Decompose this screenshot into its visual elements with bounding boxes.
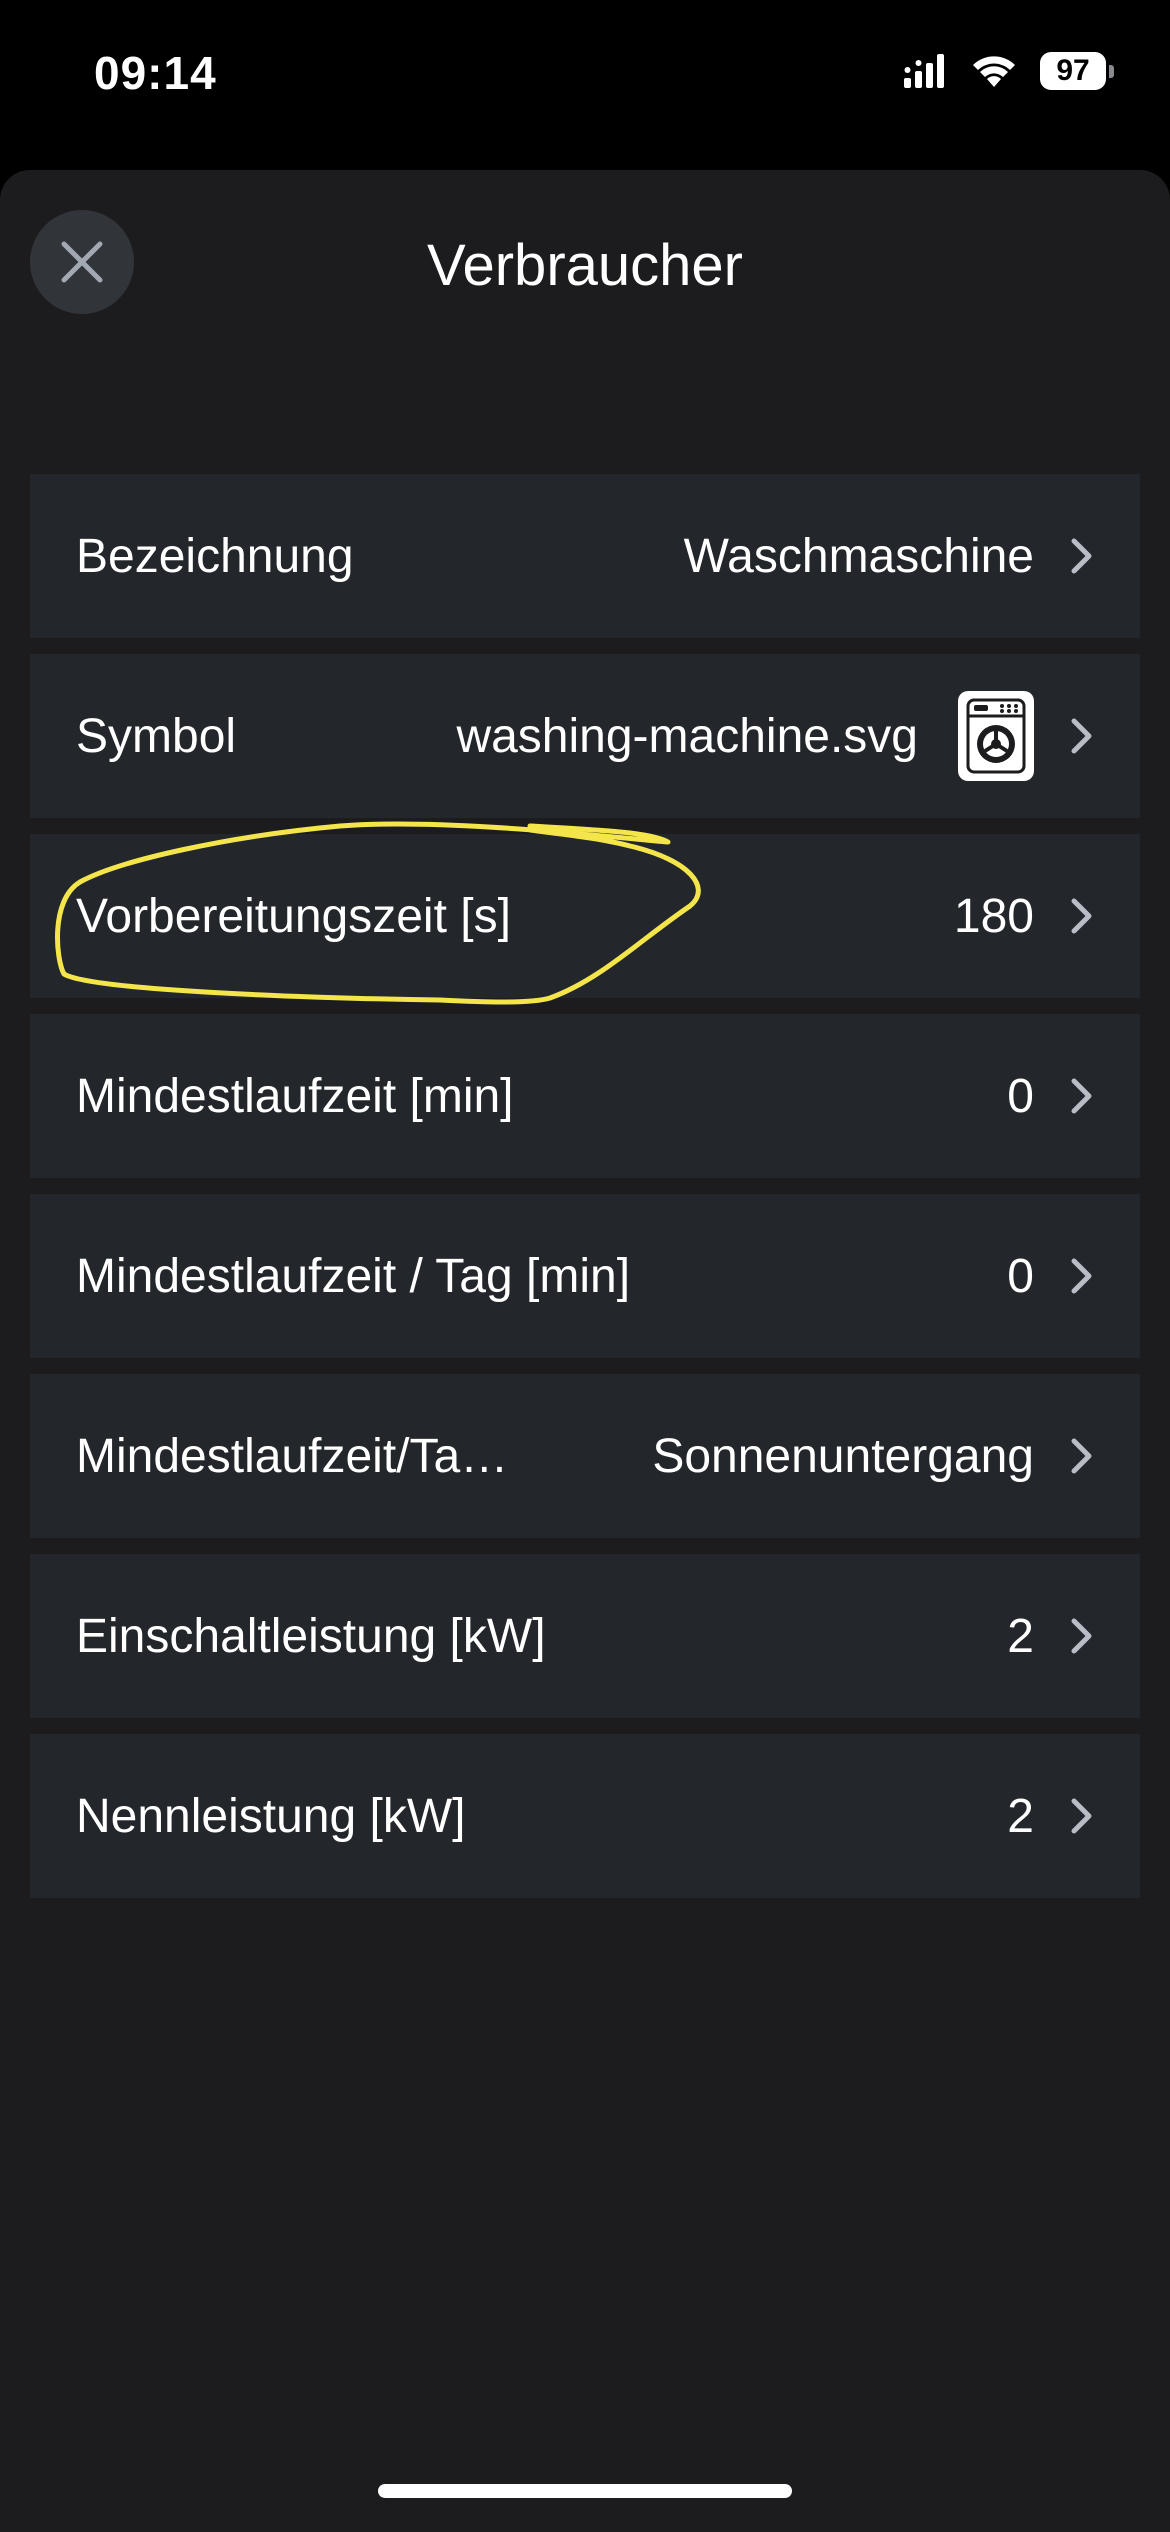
row-label: Nennleistung [kW] xyxy=(76,1789,466,1843)
row-value: Waschmaschine xyxy=(683,529,1034,583)
chevron-right-icon xyxy=(1071,1618,1092,1654)
row-value: 2 xyxy=(1007,1789,1034,1843)
chevron-right-icon xyxy=(1071,1258,1092,1294)
row-label: Mindestlaufzeit / Tag [min] xyxy=(76,1249,631,1303)
row-rated-power[interactable]: Nennleistung [kW] 2 xyxy=(30,1734,1140,1898)
row-minimum-runtime[interactable]: Mindestlaufzeit [min] 0 xyxy=(30,1014,1140,1178)
battery-indicator: 97 xyxy=(1040,52,1114,90)
cellular-signal-icon xyxy=(904,54,944,88)
consumer-sheet: Verbraucher Bezeichnung Waschmaschine Sy… xyxy=(0,170,1170,2532)
row-switch-on-power[interactable]: Einschaltleistung [kW] 2 xyxy=(30,1554,1140,1718)
row-value: washing-machine.svg xyxy=(456,709,918,763)
row-symbol[interactable]: Symbol washing-machine.svg xyxy=(30,654,1140,818)
row-minimum-runtime-per-day[interactable]: Mindestlaufzeit / Tag [min] 0 xyxy=(30,1194,1140,1358)
battery-level: 97 xyxy=(1040,52,1106,90)
row-value: 0 xyxy=(1007,1249,1034,1303)
row-label: Mindestlaufzeit [min] xyxy=(76,1069,514,1123)
home-indicator[interactable] xyxy=(378,2484,792,2498)
chevron-right-icon xyxy=(1071,1438,1092,1474)
row-value: 0 xyxy=(1007,1069,1034,1123)
row-name[interactable]: Bezeichnung Waschmaschine xyxy=(30,474,1140,638)
battery-cap xyxy=(1109,64,1114,78)
row-minimum-runtime-deadline[interactable]: Mindestlaufzeit/Ta… Sonnenuntergang xyxy=(30,1374,1140,1538)
washing-machine-icon xyxy=(958,691,1034,781)
status-icons: 97 xyxy=(904,52,1114,90)
row-label: Einschaltleistung [kW] xyxy=(76,1609,546,1663)
status-time: 09:14 xyxy=(94,47,217,99)
row-preparation-time[interactable]: Vorbereitungszeit [s] 180 xyxy=(30,834,1140,998)
chevron-right-icon xyxy=(1071,1078,1092,1114)
row-label: Vorbereitungszeit [s] xyxy=(76,889,511,943)
chevron-right-icon xyxy=(1071,718,1092,754)
sheet-title: Verbraucher xyxy=(427,233,743,298)
chevron-right-icon xyxy=(1071,538,1092,574)
status-bar: 09:14 97 xyxy=(0,0,1170,150)
chevron-right-icon xyxy=(1071,1798,1092,1834)
row-value: Sonnenuntergang xyxy=(652,1429,1034,1483)
chevron-right-icon xyxy=(1071,898,1092,934)
row-value: 2 xyxy=(1007,1609,1034,1663)
row-value: 180 xyxy=(953,889,1034,943)
row-label: Bezeichnung xyxy=(76,529,354,583)
settings-list: Bezeichnung Waschmaschine Symbol washing… xyxy=(30,474,1140,1914)
wifi-icon xyxy=(973,56,1015,87)
row-label: Symbol xyxy=(76,709,237,763)
row-label: Mindestlaufzeit/Ta… xyxy=(76,1429,509,1483)
